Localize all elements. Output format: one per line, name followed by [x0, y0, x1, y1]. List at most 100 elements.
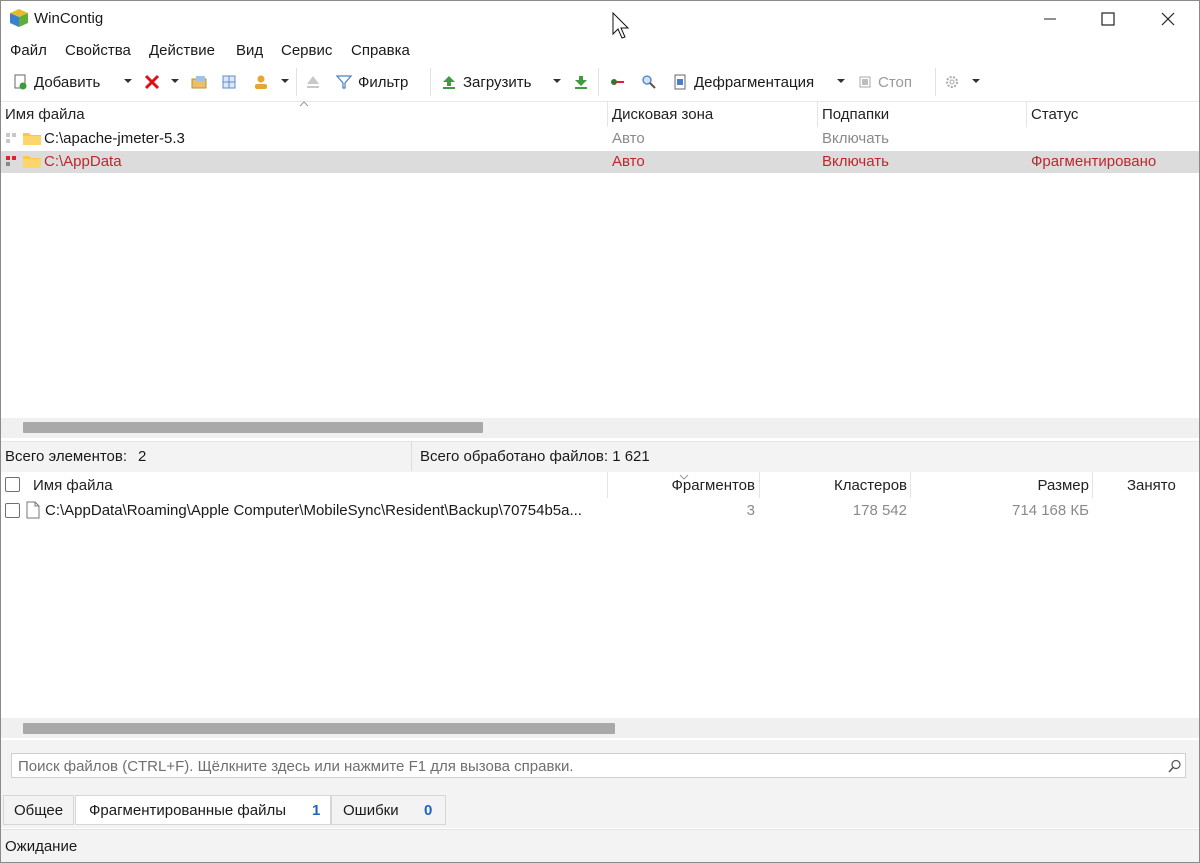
folders-horizontal-scrollbar[interactable]	[1, 418, 1199, 438]
grid-view-button[interactable]	[221, 70, 237, 94]
close-icon	[1161, 12, 1175, 26]
scrollbar-thumb[interactable]	[23, 723, 615, 734]
search-placeholder: Поиск файлов (CTRL+F). Щёлкните здесь ил…	[18, 758, 574, 775]
toolbar-separator	[935, 68, 936, 96]
menu-help[interactable]: Справка	[351, 42, 410, 59]
maximize-icon	[1101, 12, 1115, 26]
col-occupied[interactable]: Занято	[1127, 477, 1199, 494]
toolbar-separator	[296, 68, 297, 96]
column-divider[interactable]	[1092, 472, 1093, 498]
col-clusters[interactable]: Кластеров	[760, 477, 907, 494]
user-button[interactable]	[253, 70, 269, 94]
disk-zone-value: Авто	[612, 153, 645, 170]
toolbar-separator	[598, 68, 599, 96]
column-divider[interactable]	[607, 101, 608, 127]
toolbar-separator	[430, 68, 431, 96]
row-checkbox[interactable]	[5, 503, 20, 518]
stop-icon	[859, 76, 871, 88]
processed-files-text: Всего обработано файлов: 1 621	[420, 448, 650, 465]
defrag-dropdown-caret[interactable]	[837, 79, 845, 83]
defrag-icon	[674, 74, 686, 90]
defrag-label: Дефрагментация	[694, 73, 815, 91]
col-filename[interactable]: Имя файла	[33, 477, 113, 494]
eject-icon	[307, 76, 319, 88]
add-file-icon	[14, 74, 27, 90]
table-row-selected[interactable]: C:\AppData Авто Включать Фрагментировано	[0, 151, 1200, 173]
menu-action[interactable]: Действие	[149, 42, 215, 59]
tab-general-label: Общее	[13, 801, 64, 819]
tab-errors[interactable]: Ошибки 0	[331, 795, 446, 825]
search-input[interactable]: Поиск файлов (CTRL+F). Щёлкните здесь ил…	[11, 753, 1186, 778]
add-label: Добавить	[34, 73, 101, 91]
folder-path: C:\apache-jmeter-5.3	[44, 130, 185, 147]
tab-general[interactable]: Общее	[3, 795, 74, 825]
column-divider[interactable]	[817, 101, 818, 127]
col-status[interactable]: Статус	[1031, 106, 1078, 123]
table-row[interactable]: C:\AppData\Roaming\Apple Computer\Mobile…	[0, 499, 1200, 521]
magnifier-icon	[642, 75, 656, 89]
settings-dropdown-caret[interactable]	[972, 79, 980, 83]
size-value: 714 168 КБ	[1012, 502, 1089, 519]
app-logo-icon	[10, 9, 28, 27]
filter-button[interactable]: Фильтр	[336, 70, 408, 94]
fragment-map-icon	[6, 156, 16, 166]
load-button[interactable]: Загрузить	[441, 70, 532, 94]
gear-icon	[946, 76, 958, 88]
stop-label: Стоп	[878, 73, 912, 91]
clusters-value: 178 542	[852, 502, 907, 519]
menu-properties[interactable]: Свойства	[65, 42, 131, 59]
select-all-checkbox[interactable]	[5, 477, 20, 492]
close-button[interactable]	[1138, 0, 1198, 38]
disk-zone-value: Авто	[612, 130, 645, 147]
subfolders-value: Включать	[822, 130, 889, 147]
total-items-value: 2	[138, 448, 147, 465]
remove-icon	[144, 74, 160, 90]
user-icon	[255, 75, 267, 89]
fragments-value: 3	[746, 502, 755, 519]
search-tool-button[interactable]	[641, 70, 657, 94]
col-filename[interactable]: Имя файла	[5, 106, 85, 123]
menu-service[interactable]: Сервис	[281, 42, 332, 59]
filter-label: Фильтр	[358, 73, 409, 91]
eject-button[interactable]	[305, 70, 321, 94]
user-dropdown-caret[interactable]	[281, 79, 289, 83]
maximize-button[interactable]	[1078, 0, 1138, 38]
summary-divider	[411, 441, 412, 471]
load-dropdown-caret[interactable]	[553, 79, 561, 83]
open-folder-button[interactable]	[191, 70, 207, 94]
minimize-button[interactable]	[1020, 0, 1080, 38]
analyze-button[interactable]	[609, 70, 625, 94]
menu-view[interactable]: Вид	[236, 42, 263, 59]
menu-file[interactable]: Файл	[10, 42, 47, 59]
folder-icon	[23, 156, 41, 168]
defrag-button[interactable]: Дефрагментация	[672, 70, 814, 94]
col-fragments[interactable]: Фрагментов	[608, 477, 755, 494]
grid-icon	[222, 75, 236, 89]
files-horizontal-scrollbar[interactable]	[1, 718, 1199, 738]
remove-button[interactable]	[144, 70, 160, 94]
status-value: Фрагментировано	[1031, 153, 1157, 170]
tab-fragmented-label: Фрагментированные файлы	[89, 801, 287, 819]
remove-dropdown-caret[interactable]	[171, 79, 179, 83]
settings-button[interactable]	[944, 70, 960, 94]
status-text: Ожидание	[5, 838, 78, 855]
table-row[interactable]: C:\apache-jmeter-5.3 Авто Включать	[0, 128, 1200, 150]
toolbar	[0, 64, 1200, 100]
tab-errors-label: Ошибки	[343, 801, 399, 819]
col-size[interactable]: Размер	[911, 477, 1089, 494]
tab-errors-count: 0	[424, 801, 433, 819]
add-dropdown-caret[interactable]	[124, 79, 132, 83]
col-subfolders[interactable]: Подпапки	[822, 106, 889, 123]
download-icon	[575, 76, 587, 89]
download-button[interactable]	[573, 70, 589, 94]
column-divider[interactable]	[1026, 101, 1027, 127]
tab-fragmented-count: 1	[312, 801, 321, 819]
window-title: WinContig	[34, 10, 104, 27]
scrollbar-thumb[interactable]	[23, 422, 483, 433]
tab-fragmented-files[interactable]: Фрагментированные файлы 1	[75, 795, 331, 825]
minimize-icon	[1044, 18, 1056, 20]
col-disk-zone[interactable]: Дисковая зона	[612, 106, 713, 123]
add-button[interactable]: Добавить	[12, 70, 100, 94]
stop-button[interactable]: Стоп	[858, 70, 912, 94]
sort-ascending-icon	[299, 101, 309, 107]
